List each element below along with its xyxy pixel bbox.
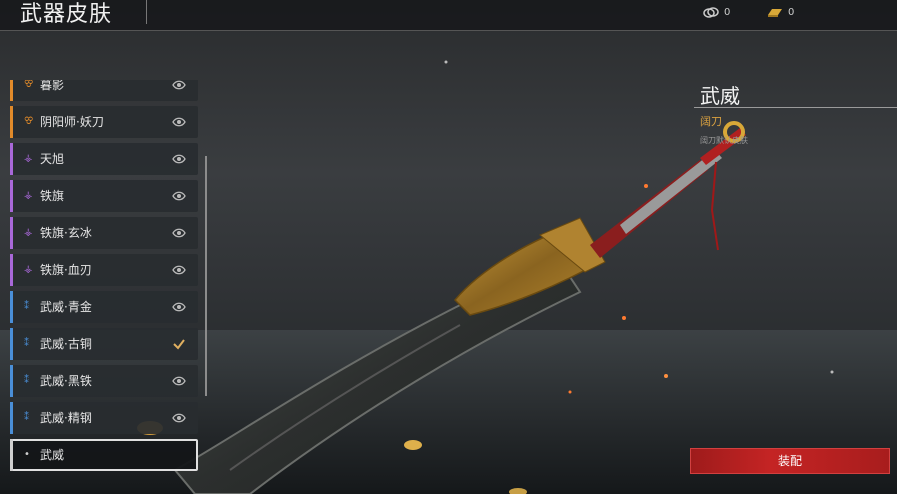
coin-stack-icon [703,7,719,18]
gold-ingot-icon [768,9,782,17]
skin-label: 暮影 [40,80,65,92]
currency-b: 0 [767,7,794,18]
preview-eye-icon[interactable] [172,226,186,240]
rarity-icon: ⚶ [24,227,33,238]
preview-eye-icon[interactable] [172,189,186,203]
rarity-icon: ꕢ [24,116,34,127]
owned-check-icon [173,339,185,350]
page-title: 武器皮肤 [20,2,113,27]
skin-description: 阔刀默认皮肤 [700,136,748,145]
rarity-icon: ⁑ [24,338,29,349]
rarity-icon: • [24,449,30,460]
skin-name: 武威 [700,84,740,108]
rarity-bar [10,328,13,360]
rarity-bar [10,217,13,249]
weapon-type: 阔刀 [700,115,722,128]
skin-item-1[interactable]: ꕢ 阴阳师·妖刀 [10,106,198,138]
rarity-bar [10,291,13,323]
skin-item-8[interactable]: ⁑ 武威·黑铁 [10,365,198,397]
rarity-bar [10,80,13,101]
top-bar: 武器皮肤 0 0 [0,0,897,31]
rarity-bar [10,180,13,212]
currency-a-value: 0 [724,7,731,18]
preview-eye-icon[interactable] [172,374,186,388]
rarity-bar [10,402,13,434]
skin-item-7[interactable]: ⁑ 武威·古铜 [10,328,198,360]
preview-eye-icon[interactable] [172,80,186,92]
skin-item-9[interactable]: ⁑ 武威·精钢 [10,402,198,434]
equip-button[interactable]: 装配 [690,448,890,474]
rarity-bar [10,365,13,397]
skin-label: 天旭 [40,152,65,166]
skin-label: 武威·青金 [40,300,92,314]
preview-eye-icon[interactable] [172,300,186,314]
title-divider [146,0,147,24]
skin-label: 阴阳师·妖刀 [40,115,104,129]
skin-item-3[interactable]: ⚶ 铁旗 [10,180,198,212]
rarity-bar [10,106,13,138]
skin-label: 铁旗 [40,189,65,203]
skin-label: 武威·古铜 [40,337,92,351]
skin-label: 铁旗·玄冰 [40,226,92,240]
skin-label: 铁旗·血刃 [40,263,92,277]
detail-divider [694,107,897,108]
rarity-icon: ⚶ [24,190,33,201]
skin-item-4[interactable]: ⚶ 铁旗·玄冰 [10,217,198,249]
skin-item-2[interactable]: ⚶ 天旭 [10,143,198,175]
preview-eye-icon[interactable] [172,263,186,277]
rarity-bar [10,439,13,471]
preview-eye-icon[interactable] [172,152,186,166]
currency-b-value: 0 [788,7,795,18]
rarity-icon: ⁑ [24,301,29,312]
rarity-icon: ꕢ [24,80,34,90]
list-scrollbar[interactable] [205,156,207,396]
skin-item-6[interactable]: ⁑ 武威·青金 [10,291,198,323]
rarity-icon: ⁑ [24,375,29,386]
skin-label: 武威·精钢 [40,411,92,425]
skin-item-10-selected[interactable]: • 武威 [10,439,198,471]
rarity-bar [10,143,13,175]
preview-eye-icon[interactable] [172,411,186,425]
rarity-bar [10,254,13,286]
currency-a: 0 [703,7,730,18]
skin-item-0[interactable]: ꕢ 暮影 [10,80,198,101]
rarity-icon: ⁑ [24,412,29,423]
skin-list[interactable]: ꕢ 暮影 ꕢ 阴阳师·妖刀 ⚶ 天旭 ⚶ 铁旗 ⚶ 铁旗·玄冰 ⚶ 铁旗·血刃 … [10,80,200,474]
preview-eye-icon[interactable] [172,115,186,129]
skin-label: 武威·黑铁 [40,374,92,388]
rarity-icon: ⚶ [24,153,33,164]
skin-item-5[interactable]: ⚶ 铁旗·血刃 [10,254,198,286]
skin-label: 武威 [40,448,65,462]
rarity-icon: ⚶ [24,264,33,275]
